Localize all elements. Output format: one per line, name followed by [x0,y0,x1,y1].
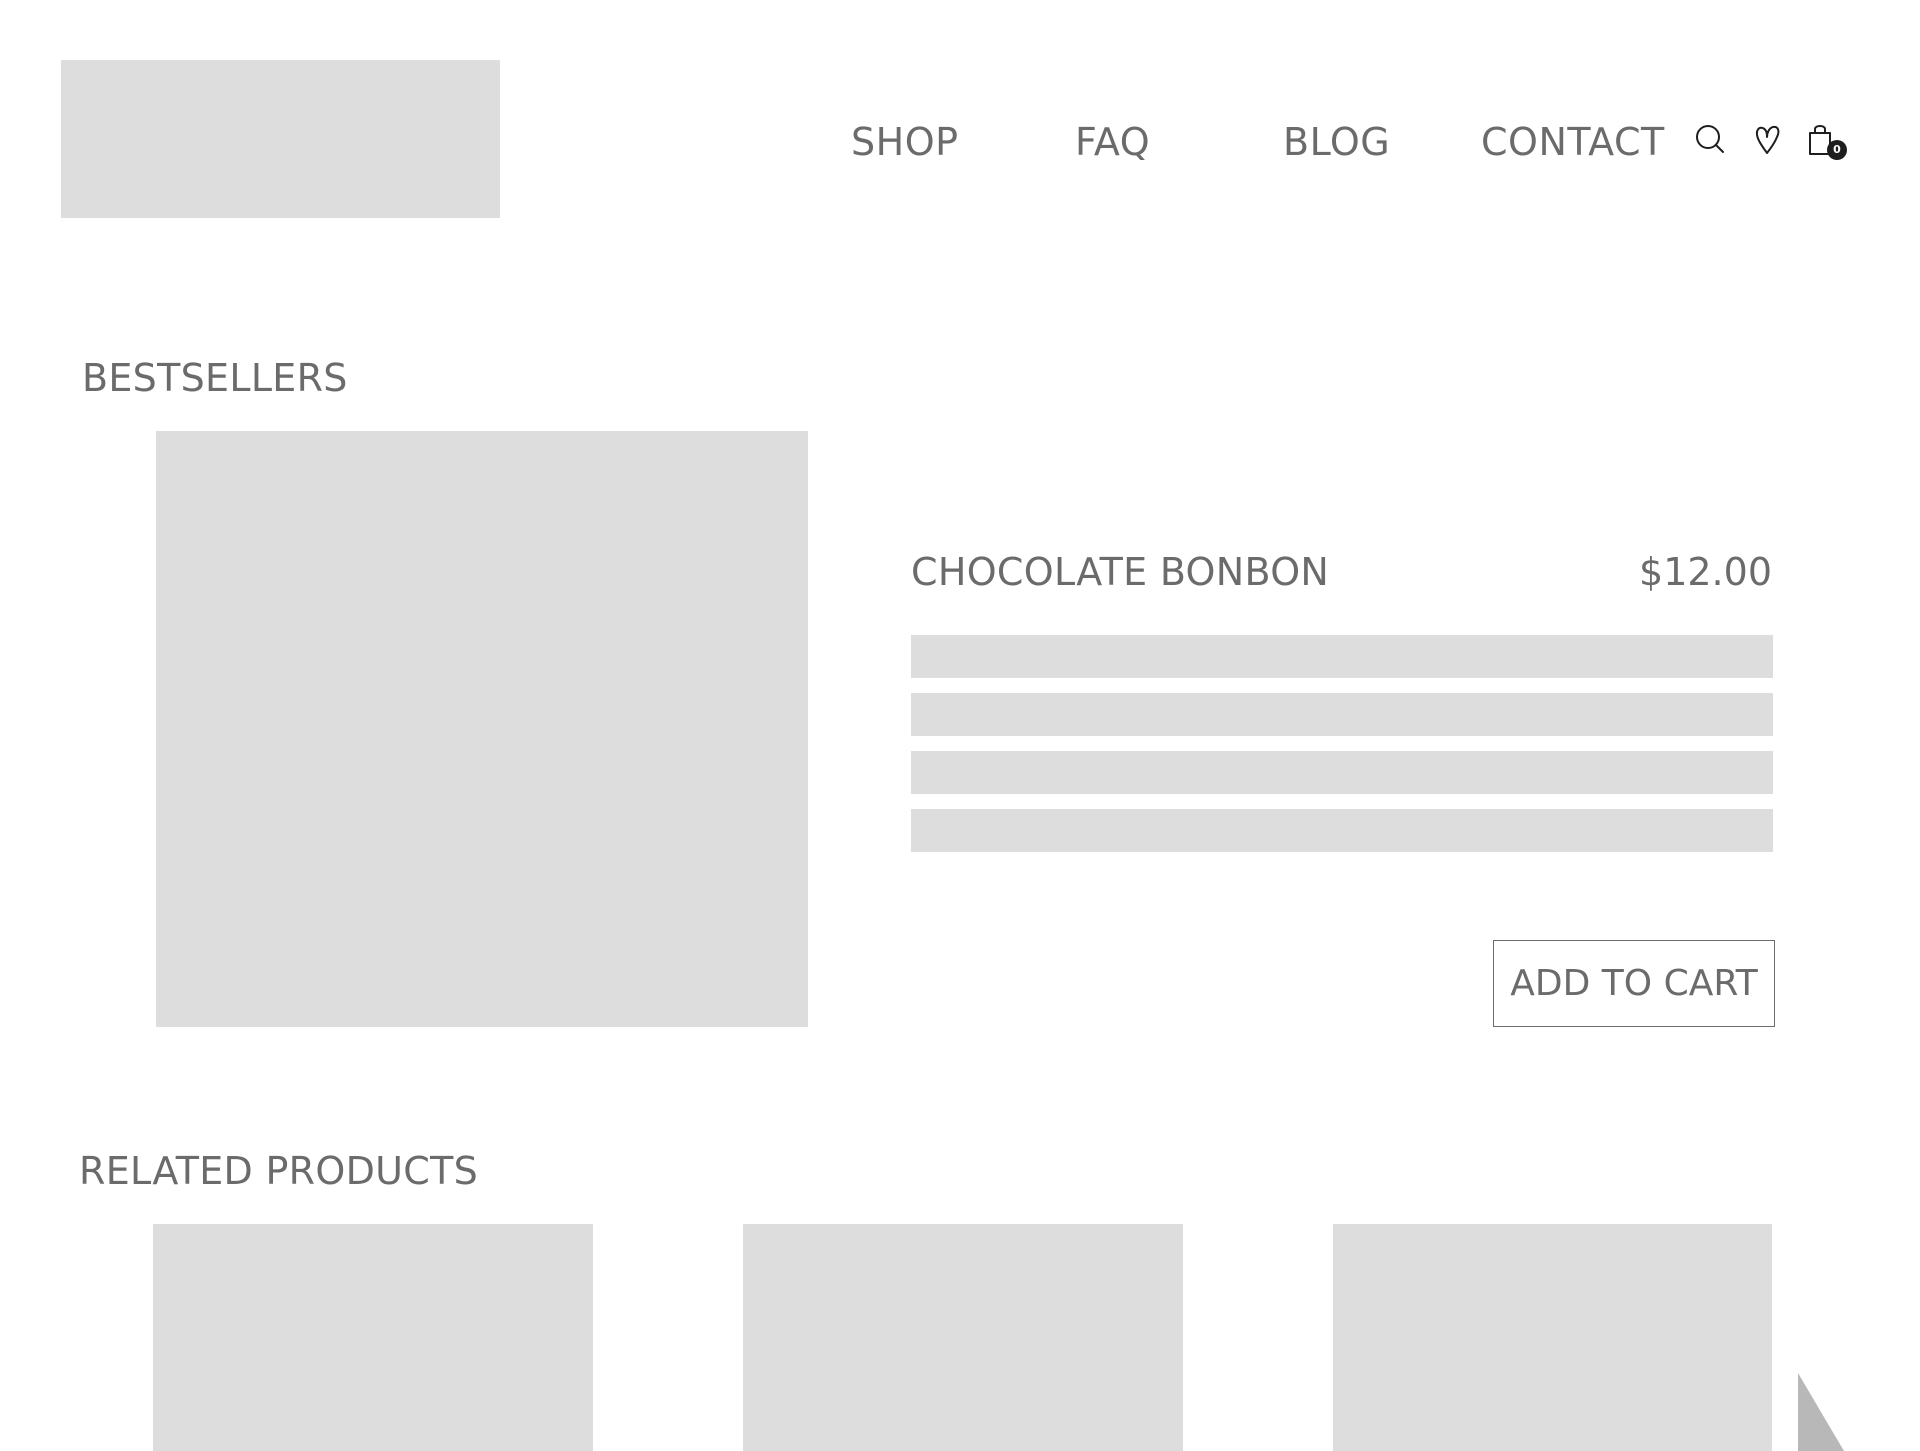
nav-link-faq[interactable]: FAQ [1075,116,1150,168]
heart-icon[interactable] [1750,122,1784,158]
bestsellers-heading: BESTSELLERS [82,356,348,400]
related-product-card[interactable] [743,1224,1183,1451]
shopping-bag-icon[interactable]: 0 [1805,122,1847,160]
logo-placeholder[interactable] [61,60,500,218]
nav-link-shop[interactable]: SHOP [851,116,959,168]
related-product-card[interactable] [1333,1224,1772,1451]
cart-count-badge: 0 [1827,140,1847,160]
product-price: $12.00 [1639,550,1772,594]
description-line-placeholder [911,635,1773,678]
product-name: CHOCOLATE BONBON [911,550,1330,594]
nav-link-blog[interactable]: BLOG [1283,116,1390,168]
search-icon[interactable] [1694,122,1728,158]
page: SHOP FAQ BLOG CONTACT 0 BESTSELLERS CHOC… [0,0,1920,1451]
add-to-cart-button[interactable]: ADD TO CART [1493,940,1775,1027]
page-corner-fold [1798,1373,1844,1451]
related-product-card[interactable] [153,1224,593,1451]
product-image-placeholder[interactable] [156,431,808,1027]
related-products-heading: RELATED PRODUCTS [79,1149,479,1193]
description-line-placeholder [911,751,1773,794]
description-line-placeholder [911,809,1773,852]
description-line-placeholder [911,693,1773,736]
nav-link-contact[interactable]: CONTACT [1481,116,1665,168]
